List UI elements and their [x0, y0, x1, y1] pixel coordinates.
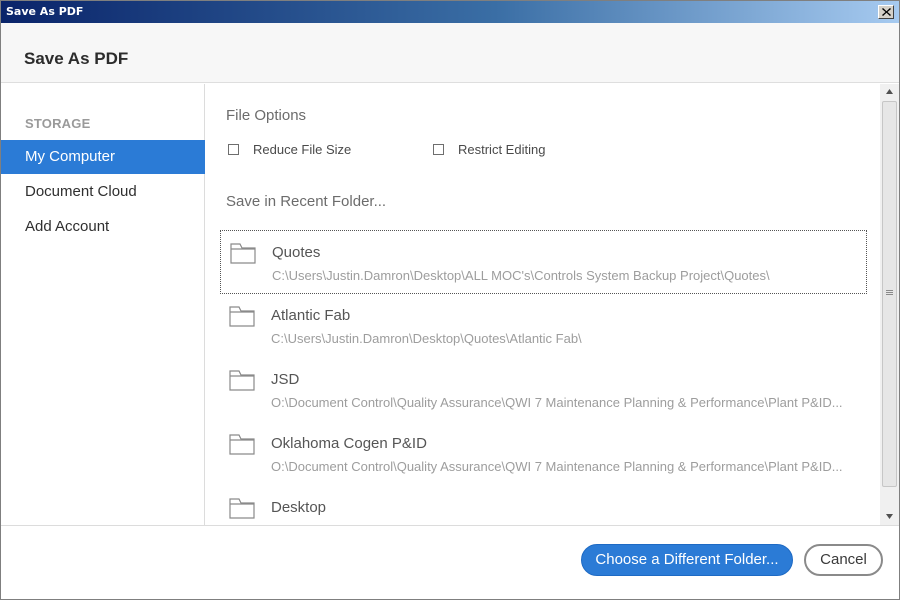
save-as-pdf-dialog: Save As PDF Save As PDF STORAGE My Compu…	[0, 0, 900, 600]
dialog-footer: Choose a Different Folder... Cancel	[1, 525, 899, 599]
folder-icon	[229, 498, 255, 519]
vertical-scrollbar[interactable]	[880, 84, 899, 525]
folder-icon	[230, 243, 256, 264]
folder-item-oklahoma-cogen[interactable]: Oklahoma Cogen P&ID O:\Document Control\…	[220, 422, 867, 486]
file-options-label: File Options	[226, 107, 307, 124]
folder-name: Atlantic Fab	[271, 307, 351, 324]
scroll-grip	[886, 292, 893, 293]
reduce-file-size-label[interactable]: Reduce File Size	[253, 142, 351, 157]
title-bar[interactable]: Save As PDF	[1, 1, 899, 23]
cancel-button[interactable]: Cancel	[804, 544, 883, 576]
folder-icon	[229, 370, 255, 391]
storage-section-label: STORAGE	[25, 116, 91, 131]
folder-icon	[229, 434, 255, 455]
restrict-editing-label[interactable]: Restrict Editing	[458, 142, 545, 157]
folder-path: C:\Users\Justin.Damron\Desktop\ALL MOC's…	[272, 268, 770, 283]
folder-name: Oklahoma Cogen P&ID	[271, 435, 427, 452]
scroll-thumb[interactable]	[882, 101, 897, 487]
sidebar-item-add-account[interactable]: Add Account	[1, 210, 205, 244]
sidebar-item-document-cloud[interactable]: Document Cloud	[1, 175, 205, 209]
sidebar-item-my-computer[interactable]: My Computer	[1, 140, 205, 174]
scroll-down-arrow-icon	[886, 514, 893, 519]
folder-path: O:\Document Control\Quality Assurance\QW…	[271, 459, 843, 474]
scroll-up-arrow-icon	[886, 89, 893, 94]
scroll-down-button[interactable]	[880, 509, 899, 525]
window-title: Save As PDF	[6, 5, 84, 18]
choose-different-folder-button[interactable]: Choose a Different Folder...	[581, 544, 793, 576]
main-panel: File Options Reduce File Size Restrict E…	[206, 84, 880, 525]
scroll-grip	[886, 290, 893, 291]
recent-folder-label: Save in Recent Folder...	[226, 193, 387, 210]
folder-icon	[229, 306, 255, 327]
folder-path: C:\Users\Justin.Damron\Desktop\Quotes\At…	[271, 331, 582, 346]
scroll-up-button[interactable]	[880, 84, 899, 100]
folder-name: Desktop	[271, 499, 327, 516]
reduce-file-size-checkbox[interactable]	[228, 144, 239, 155]
folder-item-quotes[interactable]: Quotes C:\Users\Justin.Damron\Desktop\AL…	[220, 230, 867, 294]
dialog-header: Save As PDF	[1, 23, 899, 83]
folder-item-desktop[interactable]: Desktop	[220, 486, 867, 525]
storage-sidebar: STORAGE My Computer Document Cloud Add A…	[1, 84, 205, 525]
folder-path: O:\Document Control\Quality Assurance\QW…	[271, 395, 843, 410]
restrict-editing-checkbox[interactable]	[433, 144, 444, 155]
folder-name: Quotes	[272, 244, 321, 261]
folder-item-atlantic-fab[interactable]: Atlantic Fab C:\Users\Justin.Damron\Desk…	[220, 294, 867, 358]
dialog-heading: Save As PDF	[24, 49, 129, 68]
scroll-grip	[886, 294, 893, 295]
close-icon	[882, 8, 891, 16]
folder-name: JSD	[271, 371, 300, 388]
close-button[interactable]	[878, 5, 894, 19]
folder-item-jsd[interactable]: JSD O:\Document Control\Quality Assuranc…	[220, 358, 867, 422]
